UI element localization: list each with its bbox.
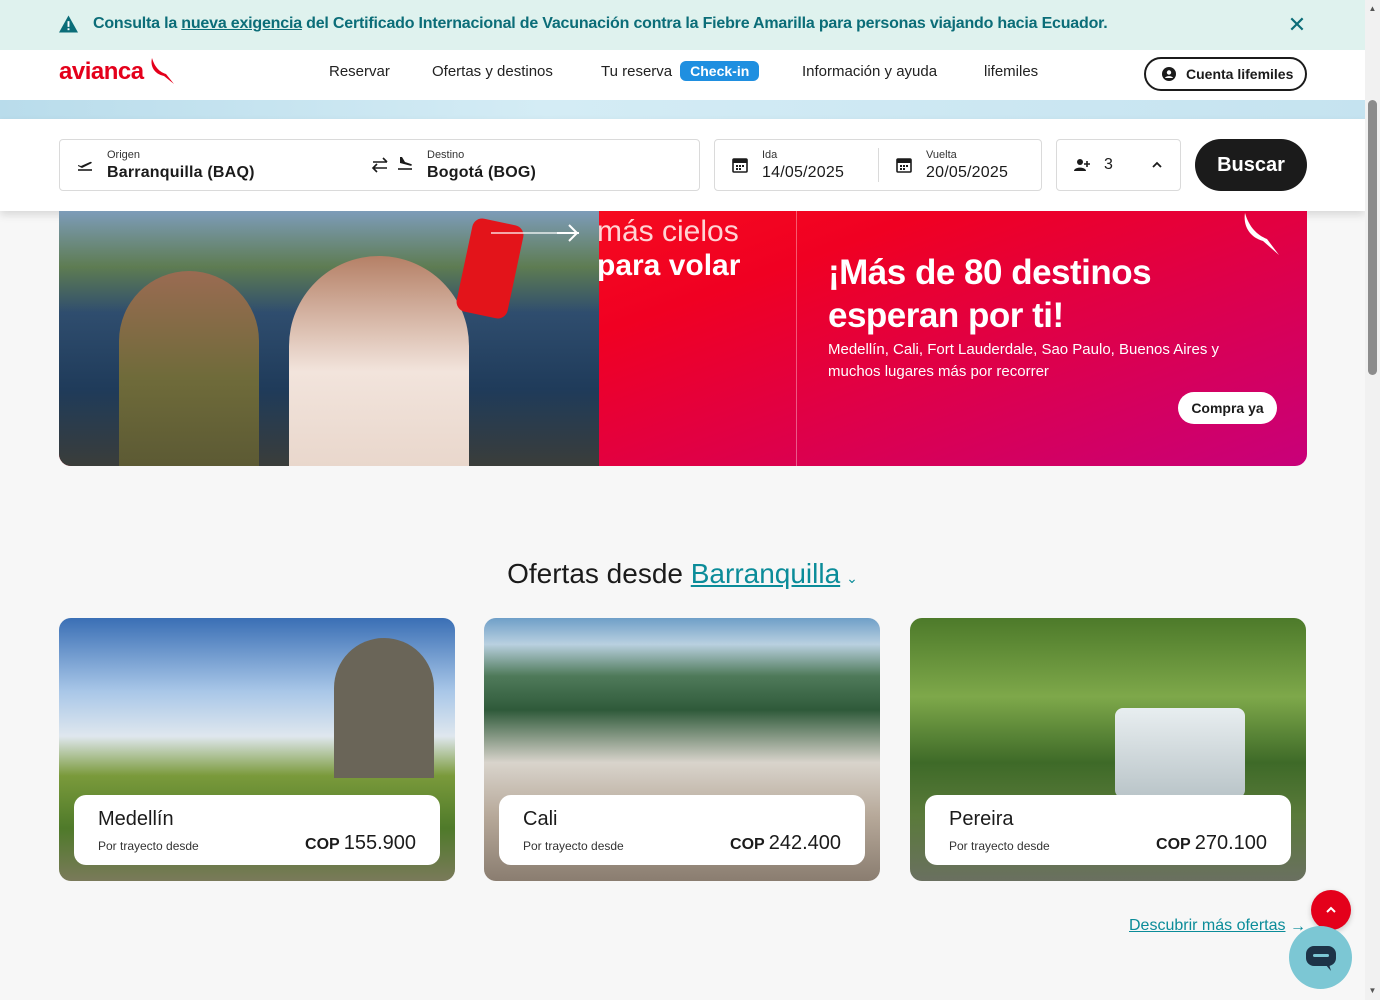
promo-tagline-top: más cielos <box>597 215 739 248</box>
passenger-count: 3 <box>1104 156 1114 173</box>
takeoff-icon <box>78 161 92 171</box>
offer-price: COP 155.900 <box>305 832 416 855</box>
offer-card-pereira[interactable]: Pereira Por trayecto desde COP 270.100 <box>910 618 1306 881</box>
flight-search-bar: Origen Barranquilla (BAQ) Destino Bogotá… <box>0 119 1365 211</box>
date-divider <box>878 148 879 182</box>
logo-wordmark: avianca <box>59 58 144 85</box>
offer-card-medellin[interactable]: Medellín Por trayecto desde COP 155.900 <box>59 618 455 881</box>
ida-date-field[interactable]: 14/05/2025 <box>762 164 844 182</box>
nav-informacion[interactable]: Información y ayuda <box>802 63 937 80</box>
user-icon <box>1162 67 1176 81</box>
page-scrollbar[interactable]: ▲ ▼ <box>1365 0 1380 1000</box>
logo-bird-icon <box>151 58 174 84</box>
warning-icon <box>59 15 78 33</box>
scroll-up-icon[interactable]: ▲ <box>1367 4 1378 14</box>
offer-info: Cali Por trayecto desde COP 242.400 <box>499 795 865 865</box>
person-figure <box>119 271 259 466</box>
offer-amount: 242.400 <box>768 832 841 854</box>
chevron-up-icon[interactable] <box>1149 157 1165 173</box>
add-person-icon <box>1074 159 1090 171</box>
offer-info: Medellín Por trayecto desde COP 155.900 <box>74 795 440 865</box>
origin-label: Origen <box>107 149 141 161</box>
offer-price: COP 242.400 <box>730 832 841 855</box>
offer-amount: 270.100 <box>1194 832 1267 854</box>
scroll-to-top-button[interactable] <box>1311 890 1351 930</box>
account-button[interactable]: Cuenta lifemiles <box>1144 57 1307 91</box>
alert-suffix: del Certificado Internacional de Vacunac… <box>301 15 1108 32</box>
site-header: avianca Reservar Ofertas y destinos Tu r… <box>0 50 1365 100</box>
hero-background-strip <box>0 100 1365 120</box>
offer-desde: Por trayecto desde <box>98 839 199 853</box>
nav-tu-reserva-label: Tu reserva <box>601 63 673 80</box>
offer-city: Cali <box>523 808 558 830</box>
offer-amount: 155.900 <box>343 832 416 854</box>
checkin-badge[interactable]: Check-in <box>680 61 760 81</box>
alert-message: Consulta la nueva exigencia del Certific… <box>93 15 1108 33</box>
scrollbar-thumb[interactable] <box>1368 100 1377 375</box>
destination-label: Destino <box>427 149 465 161</box>
more-offers-link[interactable]: Descubrir más ofertas <box>1129 917 1286 935</box>
vuelta-label: Vuelta <box>926 149 957 161</box>
date-fields: Ida 14/05/2025 Vuelta 20/05/2025 <box>714 139 1042 191</box>
nav-ofertas[interactable]: Ofertas y destinos <box>432 63 553 80</box>
ida-label: Ida <box>762 149 778 161</box>
promo-divider <box>796 211 797 466</box>
avianca-logo[interactable]: avianca <box>59 58 176 86</box>
nav-tu-reserva[interactable]: Tu reserva Check-in <box>601 61 760 81</box>
vuelta-date-field[interactable]: 20/05/2025 <box>926 164 1008 182</box>
promo-banner[interactable]: más cielos para volar ¡Más de 80 destino… <box>59 211 1307 466</box>
swap-icon[interactable] <box>370 156 390 174</box>
promo-subtext: Medellín, Cali, Fort Lauderdale, Sao Pau… <box>828 341 1220 380</box>
rock-shape <box>334 638 434 778</box>
alert-banner: Consulta la nueva exigencia del Certific… <box>0 0 1365 50</box>
chevron-down-icon[interactable]: ⌄ <box>846 570 858 586</box>
offer-currency: COP <box>730 836 765 853</box>
search-button[interactable]: Buscar <box>1195 139 1307 191</box>
promo-headline: ¡Más de 80 destinos esperan por ti! <box>828 253 1152 335</box>
offers-title: Ofertas desde Barranquilla ⌄ <box>0 558 1365 590</box>
offer-info: Pereira Por trayecto desde COP 270.100 <box>925 795 1291 865</box>
chat-bubble-icon <box>1305 945 1336 971</box>
offer-city: Medellín <box>98 808 174 830</box>
offers-title-prefix: Ofertas desde <box>507 558 691 589</box>
buy-now-button[interactable]: Compra ya <box>1178 392 1277 424</box>
waterfall-shape <box>1115 708 1245 798</box>
passengers-field[interactable]: 3 <box>1056 139 1181 191</box>
alert-prefix: Consulta la <box>93 15 182 32</box>
person-figure <box>289 256 469 466</box>
offer-currency: COP <box>1156 836 1191 853</box>
scroll-down-icon[interactable]: ▼ <box>1367 986 1378 996</box>
origin-field[interactable]: Barranquilla (BAQ) <box>107 164 255 182</box>
chevron-up-icon <box>1326 906 1336 913</box>
route-fields: Origen Barranquilla (BAQ) Destino Bogotá… <box>59 139 700 191</box>
alert-link[interactable]: nueva exigencia <box>181 15 302 32</box>
close-icon[interactable]: ✕ <box>1287 14 1307 36</box>
offer-city: Pereira <box>949 808 1014 830</box>
offer-price: COP 270.100 <box>1156 832 1267 855</box>
origin-city-selector[interactable]: Barranquilla <box>691 558 840 589</box>
offer-card-cali[interactable]: Cali Por trayecto desde COP 242.400 <box>484 618 880 881</box>
plane-arrow-icon <box>491 224 579 242</box>
destination-field[interactable]: Bogotá (BOG) <box>427 164 536 182</box>
offer-desde: Por trayecto desde <box>523 839 624 853</box>
calendar-icon <box>732 158 748 173</box>
account-label: Cuenta lifemiles <box>1186 66 1294 82</box>
chat-button[interactable] <box>1289 926 1352 989</box>
offer-currency: COP <box>305 836 340 853</box>
nav-lifemiles[interactable]: lifemiles <box>984 63 1038 80</box>
landing-icon <box>398 157 412 170</box>
calendar-icon <box>896 158 912 173</box>
promo-tagline-bottom: para volar <box>597 249 741 282</box>
promo-photo <box>59 211 599 466</box>
nav-reservar[interactable]: Reservar <box>329 63 390 80</box>
offer-desde: Por trayecto desde <box>949 839 1050 853</box>
